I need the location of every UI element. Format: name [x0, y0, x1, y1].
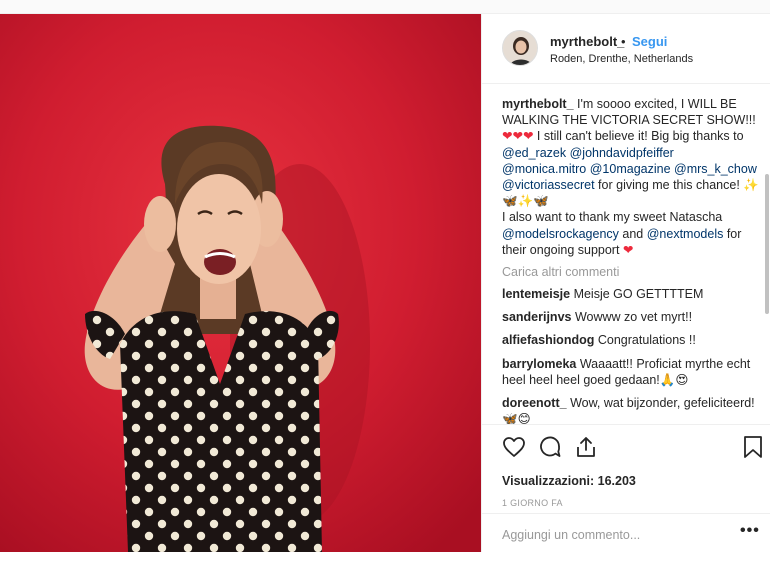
speech-bubble-icon	[540, 436, 561, 457]
avatar[interactable]	[502, 30, 538, 66]
header-username[interactable]: myrthebolt_	[550, 34, 624, 49]
caption-text-2: I still can't believe it! Big big thanks…	[533, 129, 744, 144]
mention-johndavidpfeiffer[interactable]: @johndavidpfeiffer	[570, 146, 674, 160]
comment-item: sanderijnvs Wowww zo vet myrt!!	[502, 309, 759, 325]
comment-username[interactable]: barrylomeka	[502, 357, 576, 371]
bookmark-icon	[744, 436, 762, 458]
caption-text-3: for giving me this chance!	[594, 178, 744, 193]
location-link[interactable]: Roden, Drenthe, Netherlands	[550, 53, 693, 65]
mention-modelsrockagency[interactable]: @modelsrockagency	[502, 227, 619, 241]
post-actions: Visualizzazioni: 16.203 1 GIORNO FA •••	[482, 424, 770, 552]
post-timestamp[interactable]: 1 GIORNO FA	[502, 498, 563, 508]
comment-item: doreenott_ Wow, wat bijzonder, gefelicit…	[502, 395, 759, 424]
more-options-icon[interactable]: •••	[740, 522, 760, 540]
comment-text: Meisje GO GETTTTEM	[570, 287, 704, 302]
separator-dot: •	[621, 34, 626, 49]
post-photo[interactable]	[0, 14, 481, 552]
comment-item: alfiefashiondog Congratulations !!	[502, 332, 759, 348]
comment-username[interactable]: alfiefashiondog	[502, 333, 594, 347]
comments-list[interactable]: myrthebolt_ I'm soooo excited, I WILL BE…	[482, 84, 770, 424]
views-count[interactable]: Visualizzazioni: 16.203	[502, 474, 636, 488]
mention-monica-mitro[interactable]: @monica.mitro	[502, 162, 586, 176]
comment-item: barrylomeka Waaaatt!! Proficiat myrthe e…	[502, 356, 759, 388]
mention-mrs-k-chow[interactable]: @mrs_k_chow	[674, 162, 757, 176]
share-button[interactable]	[574, 435, 600, 461]
comment-input[interactable]	[502, 525, 722, 545]
post-caption: myrthebolt_ I'm soooo excited, I WILL BE…	[502, 96, 759, 258]
post-header: myrthebolt_ • Segui Roden, Drenthe, Neth…	[482, 14, 770, 84]
heart-outline-icon	[503, 437, 525, 457]
scrollbar-thumb[interactable]	[765, 174, 769, 314]
mention-nextmodels[interactable]: @nextmodels	[647, 227, 724, 241]
avatar-image	[503, 31, 537, 65]
comment-username[interactable]: sanderijnvs	[502, 310, 571, 324]
comment-item: lentemeisje Meisje GO GETTTTEM	[502, 286, 759, 302]
photo-illustration	[0, 14, 481, 552]
hearts-emoji: ❤❤❤	[502, 129, 534, 144]
comment-username[interactable]: lentemeisje	[502, 287, 570, 301]
heart-emoji: ❤	[622, 242, 634, 257]
mention-10magazine[interactable]: @10magazine	[590, 162, 671, 176]
comment-text: Congratulations !!	[594, 333, 696, 348]
caption-username[interactable]: myrthebolt_	[502, 97, 574, 111]
follow-button[interactable]: Segui	[632, 34, 667, 49]
load-more-comments-link[interactable]: Carica altri commenti	[502, 265, 759, 279]
comment-text: Wowww zo vet myrt!!	[571, 310, 693, 325]
caption-text-4: I also want to thank my sweet Natascha	[502, 210, 723, 225]
comment-button[interactable]	[538, 435, 564, 461]
mention-victoriassecret[interactable]: @victoriassecret	[502, 178, 595, 192]
comment-username[interactable]: doreenott_	[502, 396, 567, 410]
comments-scrollbar[interactable]	[764, 84, 770, 424]
top-bar	[0, 0, 770, 14]
like-button[interactable]	[502, 435, 528, 461]
caption-text-5: and	[618, 226, 647, 241]
save-button[interactable]	[742, 435, 768, 461]
instagram-post-window: myrthebolt_ • Segui Roden, Drenthe, Neth…	[0, 0, 770, 577]
mention-ed-razek[interactable]: @ed_razek	[502, 146, 566, 160]
post-sidebar: myrthebolt_ • Segui Roden, Drenthe, Neth…	[481, 14, 770, 552]
share-upload-icon	[577, 437, 595, 457]
add-comment-bar: •••	[482, 513, 770, 553]
